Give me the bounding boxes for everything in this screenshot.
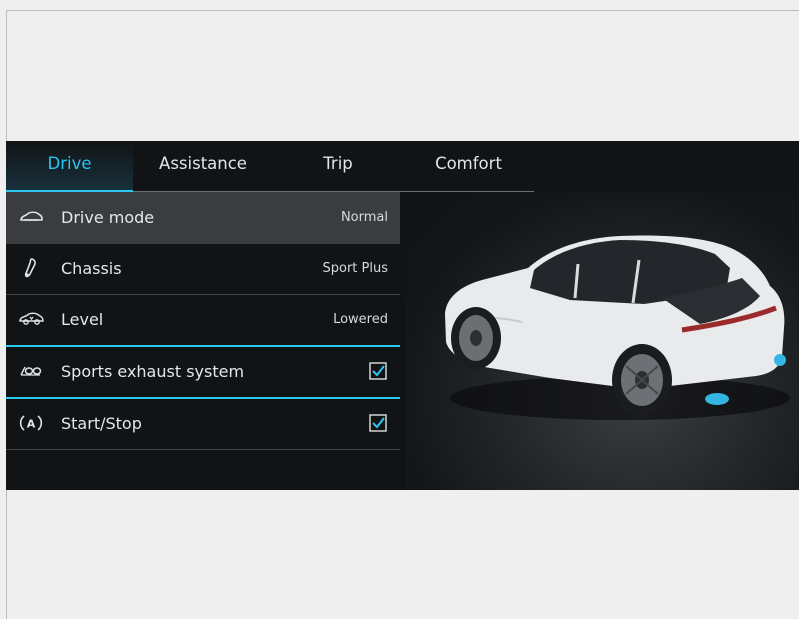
tab-bar: Drive Assistance Trip Comfort <box>6 141 534 192</box>
exhaust-icon <box>20 366 42 376</box>
setting-label: Level <box>61 310 104 329</box>
setting-label: Sports exhaust system <box>61 362 245 381</box>
tab-trip[interactable]: Trip <box>273 141 403 191</box>
setting-label: Drive mode <box>61 208 155 227</box>
setting-chassis[interactable]: Chassis Sport Plus <box>6 243 400 295</box>
setting-label: Chassis <box>61 259 122 278</box>
chassis-icon <box>24 258 36 278</box>
tab-assistance[interactable]: Assistance <box>133 141 273 191</box>
setting-level[interactable]: Level Lowered <box>6 294 400 347</box>
auto-start-stop-icon: A <box>19 415 43 431</box>
sports-exhaust-checkbox[interactable] <box>369 362 387 380</box>
tab-comfort[interactable]: Comfort <box>403 141 534 191</box>
setting-sports-exhaust[interactable]: Sports exhaust system <box>6 346 400 399</box>
setting-drive-mode[interactable]: Drive mode Normal <box>6 192 400 244</box>
setting-value: Normal <box>340 210 388 225</box>
start-stop-checkbox[interactable] <box>369 414 387 432</box>
level-icon <box>19 312 44 325</box>
tab-drive[interactable]: Drive <box>6 141 133 192</box>
setting-label: Start/Stop <box>61 414 142 433</box>
car-front-icon <box>20 211 43 221</box>
vehicle-illustration <box>445 235 790 420</box>
setting-value: Sport Plus <box>322 261 389 276</box>
setting-start-stop[interactable]: A Start/Stop <box>6 398 400 450</box>
setting-value: Lowered <box>333 312 388 327</box>
svg-text:A: A <box>27 418 36 431</box>
